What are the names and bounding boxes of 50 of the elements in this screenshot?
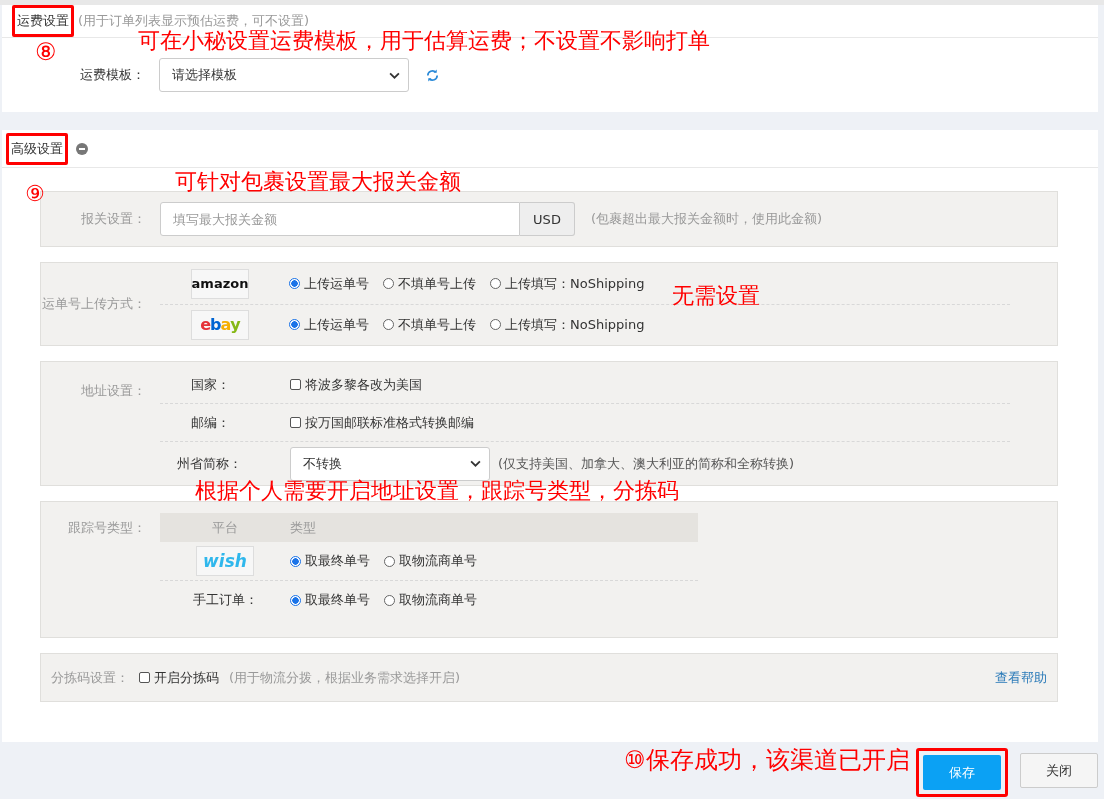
radio-option[interactable]: 取物流商单号 — [384, 591, 477, 609]
checkbox-option[interactable]: 将波多黎各改为美国 — [290, 375, 422, 394]
select-hint: (仅支持美国、加拿大、澳大利亚的简称和全称转换) — [498, 454, 795, 473]
group-label: 运单号上传方式： — [41, 295, 146, 313]
group-label: 地址设置： — [80, 382, 146, 400]
group-label: 报关设置： — [80, 210, 146, 228]
radio-option[interactable]: 取物流商单号 — [384, 552, 477, 570]
annotation-text: ⑩保存成功，该渠道已开启 — [624, 748, 910, 772]
annotation-text: ⑨ — [25, 183, 45, 205]
radio-option[interactable]: 上传填写：NoShipping — [490, 274, 645, 293]
platform-logo: wish — [196, 546, 254, 576]
close-button[interactable]: 关闭 — [1020, 753, 1098, 788]
collapse-icon[interactable] — [76, 142, 88, 155]
field-label: 州省简称： — [176, 454, 243, 473]
help-link[interactable]: 查看帮助 — [995, 668, 1047, 687]
section-title: 运费设置 — [12, 5, 74, 37]
amount-input[interactable]: 填写最大报关金额 — [160, 202, 520, 236]
annotation-text: 无需设置 — [672, 285, 760, 307]
radio-option[interactable]: 取最终单号 — [290, 591, 370, 609]
column-header: 类型 — [290, 518, 316, 537]
group-label: 分拣码设置： — [51, 668, 129, 687]
platform-logo: ebay — [191, 309, 249, 340]
radio-option[interactable]: 不填单号上传 — [383, 274, 476, 293]
platform-logo: amazon — [191, 268, 249, 299]
radio-option[interactable]: 上传运单号 — [289, 274, 369, 293]
currency-addon: USD — [520, 202, 575, 236]
radio-option[interactable]: 取最终单号 — [290, 552, 370, 570]
field-label: 运费模板： — [79, 66, 145, 84]
checkbox-option[interactable]: 按万国邮联标准格式转换邮编 — [290, 413, 474, 432]
radio-option[interactable]: 不填单号上传 — [383, 315, 476, 334]
radio-option[interactable]: 上传填写：NoShipping — [490, 315, 645, 334]
annotation-text: 根据个人需要开启地址设置，跟踪号类型，分拣码 — [195, 480, 679, 502]
annotation-text: ⑧ — [35, 40, 57, 64]
sorting-hint: (用于物流分拨，根据业务需求选择开启) — [229, 668, 461, 687]
column-header: 平台 — [211, 518, 239, 537]
chevron-icon — [389, 71, 400, 79]
platform-name: 手工订单： — [192, 591, 258, 609]
field-label: 国家： — [190, 375, 231, 394]
checkbox-option[interactable]: 开启分拣码 — [139, 668, 219, 687]
annotation-text: 可在小秘设置运费模板，用于估算运费；不设置不影响打单 — [138, 30, 710, 52]
customs-hint: (包裹超出最大报关金额时，使用此金额) — [591, 210, 823, 228]
chevron-icon — [470, 460, 481, 468]
radio-option[interactable]: 上传运单号 — [289, 315, 369, 334]
group-label: 跟踪号类型： — [67, 519, 146, 537]
section-hint: (用于订单列表显示预估运费，可不设置) — [78, 12, 310, 30]
field-label: 邮编： — [190, 413, 231, 432]
refresh-icon[interactable] — [425, 67, 440, 83]
section-title: 高级设置 — [6, 132, 68, 165]
annotation-text: 可针对包裹设置最大报关金额 — [175, 171, 461, 193]
template-select[interactable]: 请选择模板 — [159, 58, 409, 92]
